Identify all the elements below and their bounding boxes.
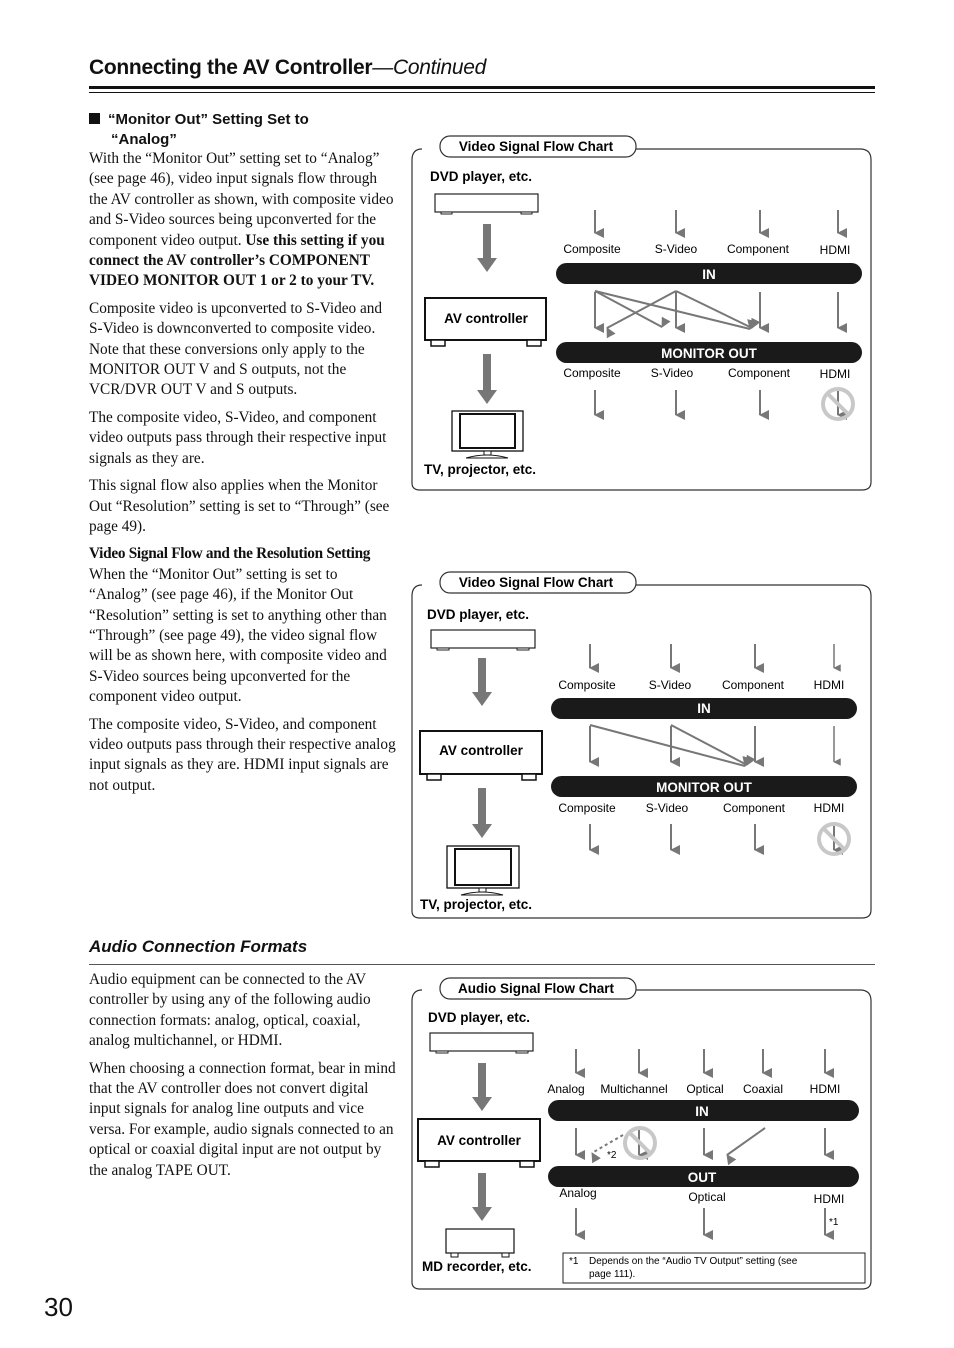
- video-signal-flow-chart-1: Video Signal Flow Chart DVD player, etc.…: [411, 135, 872, 491]
- output-label-s-video: S-Video: [646, 801, 689, 815]
- paragraph: When choosing a connection format, bear …: [89, 1059, 396, 1179]
- section-heading-monitor-out: “Monitor Out” Setting Set to “Analog”: [89, 110, 389, 150]
- input-label-hdmi: HDMI: [814, 678, 845, 692]
- section2-body: Audio equipment can be connected to the …: [89, 970, 399, 1188]
- paragraph: Composite video is upconverted to S-Vide…: [89, 299, 383, 399]
- output-label-component: Component: [723, 801, 786, 815]
- header-title-text: Connecting the AV Controller: [89, 56, 373, 79]
- input-label-hdmi: HDMI: [810, 1082, 841, 1096]
- heading-line-2: “Analog”: [111, 131, 177, 148]
- input-label-s-video: S-Video: [655, 242, 698, 256]
- output-label-hdmi: HDMI: [814, 1192, 845, 1206]
- output-label-hdmi: HDMI: [820, 367, 851, 381]
- header-continued-text: —Continued: [372, 56, 487, 79]
- input-label-hdmi: HDMI: [820, 243, 851, 257]
- source-device-label: DVD player, etc.: [430, 169, 532, 184]
- section-title-audio: Audio Connection Formats: [89, 937, 308, 956]
- device-flow-arrow: [472, 788, 492, 838]
- dvd-player-icon: [430, 629, 536, 651]
- md-recorder-icon: [445, 1228, 515, 1258]
- header-rule-thick: [89, 86, 875, 89]
- device-flow-arrow: [477, 354, 497, 404]
- input-arrows: [575, 1049, 834, 1078]
- input-arrows: [594, 210, 847, 238]
- in-bar-label: IN: [702, 267, 716, 282]
- source-device-label: DVD player, etc.: [427, 607, 529, 622]
- tv-icon: [446, 845, 520, 896]
- input-label-s-video: S-Video: [649, 678, 692, 692]
- paragraph: The composite video, S-Video, and compon…: [89, 715, 396, 794]
- paragraph: The composite video, S-Video, and compon…: [89, 408, 387, 467]
- output-arrows: [589, 824, 843, 855]
- monitor-out-bar-label: MONITOR OUT: [656, 780, 752, 795]
- sink-device-label: TV, projector, etc.: [424, 462, 536, 477]
- audio-signal-flow-chart: Audio Signal Flow Chart DVD player, etc.…: [411, 977, 872, 1290]
- footnote-mark: *1: [569, 1256, 579, 1267]
- source-device-label: DVD player, etc.: [428, 1010, 530, 1025]
- square-bullet-icon: [89, 113, 100, 124]
- conversion-arrows: [594, 290, 847, 339]
- conversion-arrows: [589, 724, 841, 767]
- paragraph: With the “Monitor Out” setting set to “A…: [89, 149, 399, 292]
- tv-icon: [451, 410, 524, 459]
- paragraph: Audio equipment can be connected to the …: [89, 971, 371, 1050]
- controller-label: AV controller: [437, 1133, 522, 1148]
- footnote-text-line-2: page 111).: [589, 1269, 635, 1280]
- output-label-component: Component: [728, 366, 791, 380]
- video-signal-flow-chart-2: Video Signal Flow Chart DVD player, etc.…: [411, 571, 872, 919]
- input-arrows: [589, 644, 841, 673]
- heading-line-1: “Monitor Out” Setting Set to: [108, 111, 309, 128]
- input-label-component: Component: [727, 242, 790, 256]
- page-number: 30: [44, 1292, 73, 1322]
- controller-label: AV controller: [439, 743, 524, 758]
- note-mark-2: *2: [607, 1150, 617, 1161]
- sink-device-label: TV, projector, etc.: [420, 897, 532, 912]
- output-label-hdmi: HDMI: [814, 801, 845, 815]
- input-label-multichannel: Multichannel: [600, 1082, 667, 1096]
- chart-title: Video Signal Flow Chart: [459, 139, 614, 154]
- input-label-component: Component: [722, 678, 785, 692]
- device-flow-arrow: [472, 658, 492, 706]
- chart-title: Audio Signal Flow Chart: [458, 981, 614, 996]
- output-label-analog: Analog: [559, 1186, 596, 1200]
- chart-title: Video Signal Flow Chart: [459, 575, 614, 590]
- device-flow-arrow: [472, 1063, 492, 1111]
- output-label-optical: Optical: [688, 1190, 725, 1204]
- output-arrows: [575, 1208, 834, 1240]
- paragraph: This signal flow also applies when the M…: [89, 477, 390, 535]
- section1-body: With the “Monitor Out” setting set to “A…: [89, 149, 399, 803]
- section-rule: [89, 964, 875, 965]
- note-mark-1: *1: [829, 1217, 839, 1228]
- in-bar-label: IN: [697, 701, 711, 716]
- header-rule-thin: [89, 92, 875, 93]
- monitor-out-bar-label: MONITOR OUT: [661, 346, 757, 361]
- device-flow-arrow: [472, 1173, 492, 1221]
- input-label-optical: Optical: [686, 1082, 723, 1096]
- output-arrows: [594, 390, 847, 420]
- device-flow-arrow: [477, 224, 497, 272]
- out-bar-label: OUT: [688, 1170, 717, 1185]
- page-header-title: Connecting the AV Controller—Continued: [89, 56, 486, 80]
- dvd-player-icon: [429, 1032, 534, 1054]
- input-label-analog: Analog: [547, 1082, 584, 1096]
- output-label-s-video: S-Video: [651, 366, 694, 380]
- paragraph: When the “Monitor Out” setting is set to…: [89, 565, 387, 706]
- input-label-composite: Composite: [558, 678, 616, 692]
- input-label-composite: Composite: [563, 242, 621, 256]
- input-label-coaxial: Coaxial: [743, 1082, 783, 1096]
- subsection-heading: Video Signal Flow and the Resolution Set…: [89, 545, 371, 563]
- controller-label: AV controller: [444, 311, 529, 326]
- dvd-player-icon: [434, 193, 539, 215]
- sink-device-label: MD recorder, etc.: [422, 1259, 532, 1274]
- output-label-composite: Composite: [563, 366, 621, 380]
- in-bar-label: IN: [695, 1104, 709, 1119]
- footnote-text-line-1: Depends on the “Audio TV Output” setting…: [589, 1256, 798, 1267]
- output-label-composite: Composite: [558, 801, 616, 815]
